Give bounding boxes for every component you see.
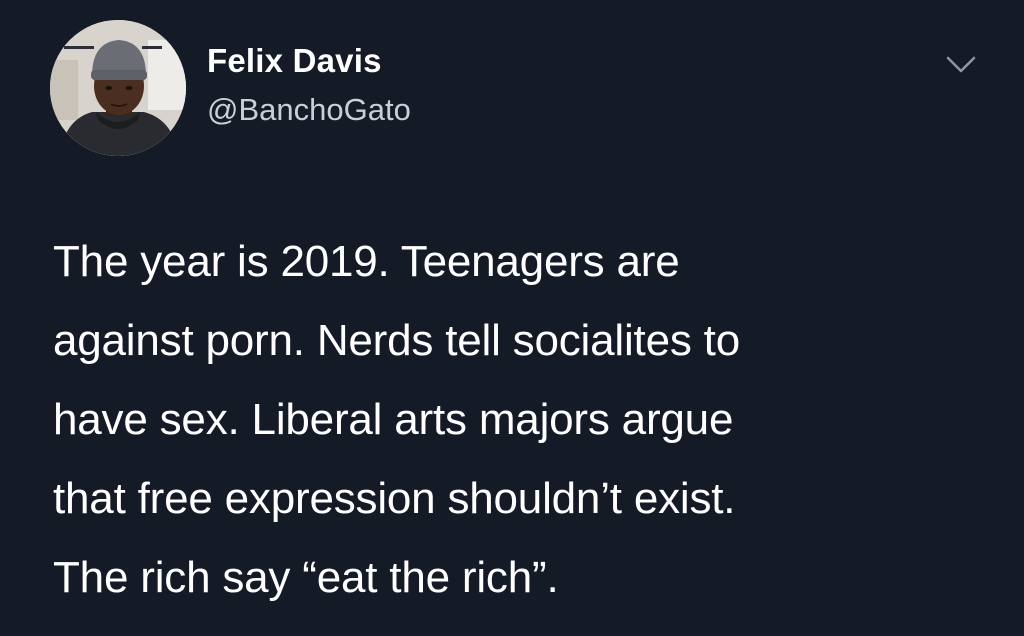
tweet-text-line: against porn. Nerds tell socialites to [53, 316, 740, 365]
tweet-text-line: that free expression shouldn’t exist. [53, 474, 736, 523]
tweet-text-line: have sex. Liberal arts majors argue [53, 395, 734, 444]
user-handle[interactable]: @BanchoGato [207, 92, 411, 128]
user-avatar-image [50, 20, 186, 156]
display-name[interactable]: Felix Davis [207, 42, 382, 80]
tweet-card: Felix Davis @BanchoGato The year is 2019… [0, 0, 1024, 636]
avatar[interactable] [50, 20, 186, 156]
chevron-down-icon[interactable] [944, 52, 978, 78]
tweet-text-line: The year is 2019. Teenagers are [53, 237, 680, 286]
tweet-text-line: The rich say “eat the rich”. [53, 553, 559, 602]
tweet-text: The year is 2019. Teenagers are against … [53, 222, 1003, 617]
